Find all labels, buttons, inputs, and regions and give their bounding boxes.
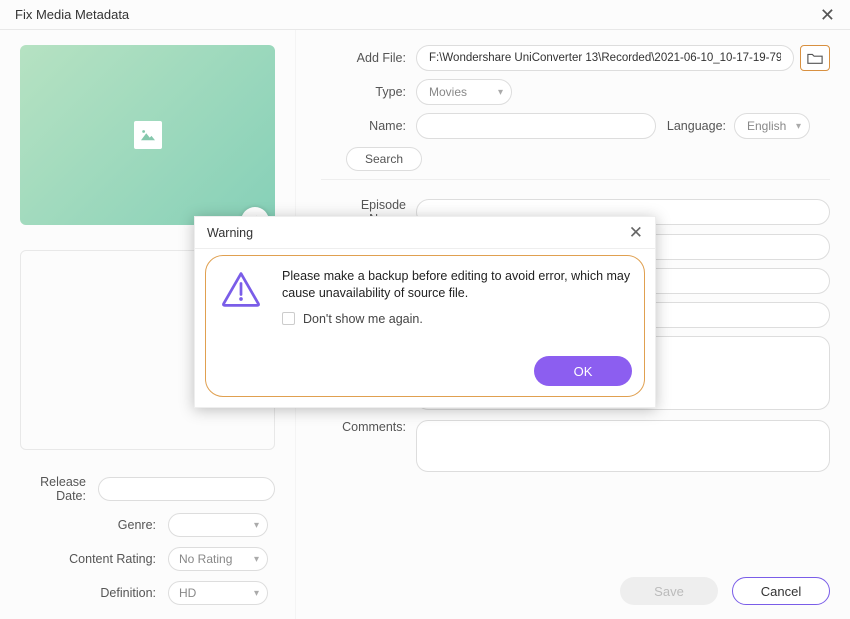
media-thumbnail bbox=[20, 45, 275, 225]
dont-show-checkbox[interactable] bbox=[282, 312, 295, 325]
window-title: Fix Media Metadata bbox=[15, 7, 129, 22]
dialog-close-icon[interactable]: ✕ bbox=[629, 224, 643, 241]
image-placeholder-icon bbox=[134, 121, 162, 149]
genre-label: Genre: bbox=[20, 518, 168, 532]
left-fields: Release Date: Genre: Content Rating: No … bbox=[20, 475, 275, 615]
language-value: English bbox=[747, 119, 786, 133]
comments-textarea[interactable] bbox=[416, 420, 830, 472]
window-header: Fix Media Metadata ✕ bbox=[0, 0, 850, 30]
release-date-input[interactable] bbox=[98, 477, 275, 501]
add-file-label: Add File: bbox=[321, 51, 416, 65]
search-button[interactable]: Search bbox=[346, 147, 422, 171]
content-rating-value: No Rating bbox=[179, 552, 232, 566]
footer-buttons: Save Cancel bbox=[620, 577, 830, 605]
type-select[interactable]: Movies bbox=[416, 79, 512, 105]
add-file-input[interactable] bbox=[416, 45, 794, 71]
type-label: Type: bbox=[321, 85, 416, 99]
save-button: Save bbox=[620, 577, 718, 605]
name-label: Name: bbox=[321, 119, 416, 133]
type-value: Movies bbox=[429, 85, 467, 99]
warning-dialog: Warning ✕ Please make a backup before ed… bbox=[194, 216, 656, 408]
dialog-body: Please make a backup before editing to a… bbox=[205, 255, 645, 397]
release-date-label: Release Date: bbox=[20, 475, 98, 503]
dialog-title: Warning bbox=[207, 226, 253, 240]
definition-select[interactable]: HD bbox=[168, 581, 268, 605]
warning-icon bbox=[218, 266, 264, 312]
name-input[interactable] bbox=[416, 113, 656, 139]
browse-folder-button[interactable] bbox=[800, 45, 830, 71]
dialog-message: Please make a backup before editing to a… bbox=[282, 266, 632, 302]
comments-label: Comments: bbox=[321, 420, 416, 434]
genre-select[interactable] bbox=[168, 513, 268, 537]
content-rating-label: Content Rating: bbox=[20, 552, 168, 566]
definition-label: Definition: bbox=[20, 586, 168, 600]
content-rating-select[interactable]: No Rating bbox=[168, 547, 268, 571]
definition-value: HD bbox=[179, 586, 196, 600]
language-label: Language: bbox=[656, 119, 734, 133]
ok-button[interactable]: OK bbox=[534, 356, 632, 386]
cancel-button[interactable]: Cancel bbox=[732, 577, 830, 605]
dialog-header: Warning ✕ bbox=[195, 217, 655, 249]
close-icon[interactable]: ✕ bbox=[820, 6, 835, 24]
language-select[interactable]: English bbox=[734, 113, 810, 139]
section-divider bbox=[321, 179, 830, 180]
dont-show-label: Don't show me again. bbox=[303, 312, 423, 326]
